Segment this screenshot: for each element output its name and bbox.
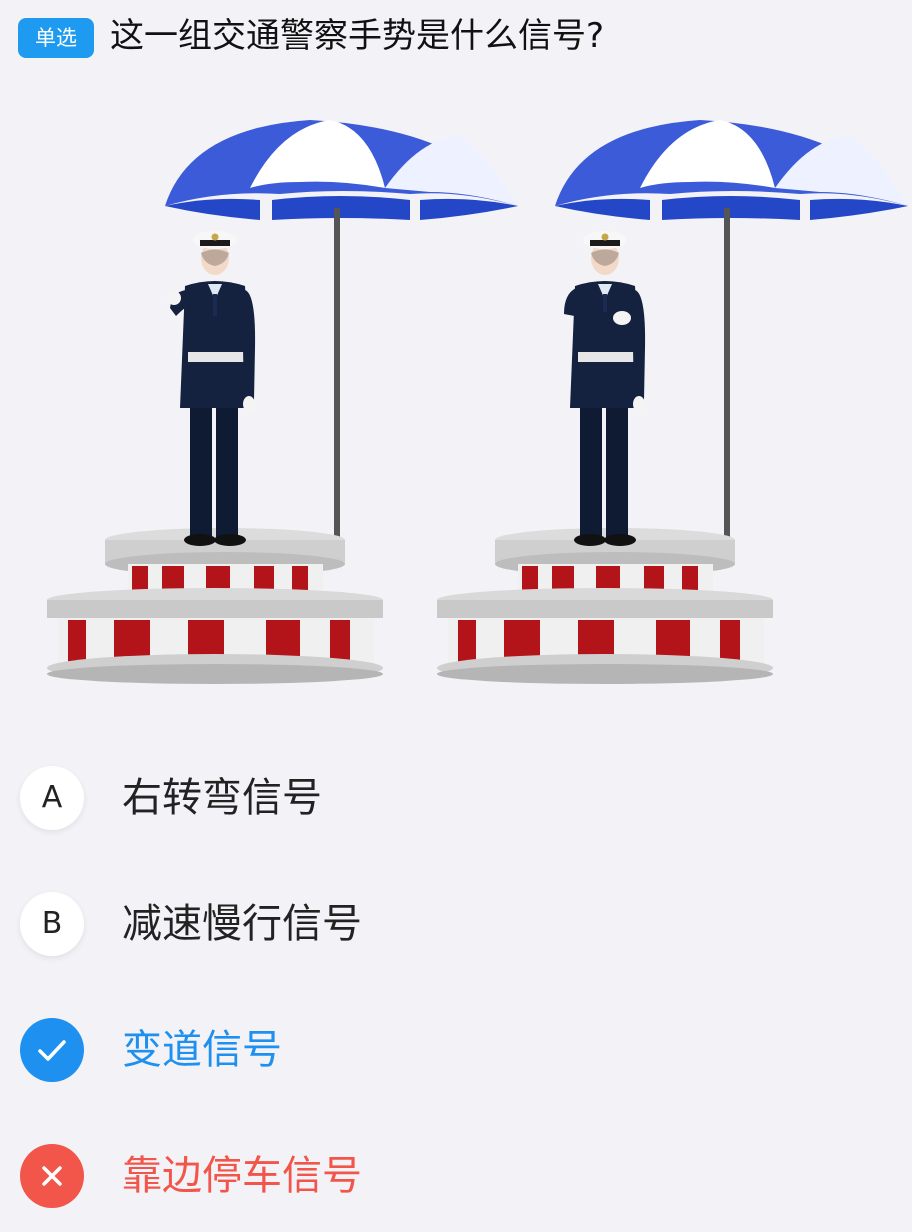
check-icon [20,1018,84,1082]
option-a[interactable]: A 右转弯信号 [20,762,890,834]
close-icon [20,1144,84,1208]
option-a-label: 右转弯信号 [122,775,322,821]
option-d[interactable]: 靠边停车信号 [20,1140,890,1212]
option-d-label: 靠边停车信号 [122,1153,362,1199]
option-c-label: 变道信号 [122,1027,282,1073]
option-b-label: 减速慢行信号 [122,901,362,947]
option-b[interactable]: B 减速慢行信号 [20,888,890,960]
gesture-figures-svg [47,120,908,684]
question-header: 单选 这一组交通警察手势是什么信号? [0,0,912,80]
traffic-police-gesture-illustration [40,108,910,708]
question-text: 这一组交通警察手势是什么信号? [110,16,605,56]
option-c[interactable]: 变道信号 [20,1014,890,1086]
option-b-key-circle: B [20,892,84,956]
option-b-key: B [41,906,63,941]
question-type-badge: 单选 [18,18,94,58]
option-a-key-circle: A [20,766,84,830]
option-a-key: A [41,780,63,815]
